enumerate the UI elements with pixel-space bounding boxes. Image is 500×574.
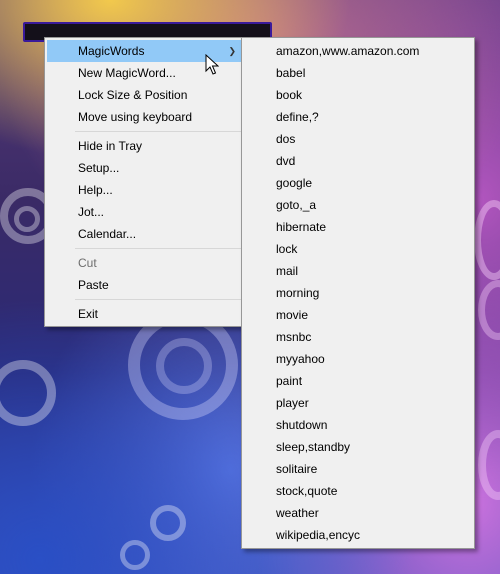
wallpaper-ring [0, 360, 56, 426]
submenu-item[interactable]: amazon,www.amazon.com [244, 40, 472, 62]
submenu-item[interactable]: google [244, 172, 472, 194]
submenu-item-label: weather [276, 506, 319, 520]
wallpaper-ring [150, 505, 186, 541]
submenu-item[interactable]: morning [244, 282, 472, 304]
submenu-item[interactable]: solitaire [244, 458, 472, 480]
wallpaper-ring [14, 206, 40, 232]
menu-item-label: New MagicWord... [78, 66, 176, 80]
submenu-item[interactable]: hibernate [244, 216, 472, 238]
submenu-item-label: google [276, 176, 313, 190]
menu-item-label: Cut [78, 256, 97, 270]
submenu-item[interactable]: babel [244, 62, 472, 84]
submenu-item-label: player [276, 396, 309, 410]
menu-item-cut[interactable]: Cut [47, 252, 242, 274]
submenu-item[interactable]: goto,_a [244, 194, 472, 216]
menu-item-move-using-keyboard[interactable]: Move using keyboard [47, 106, 242, 128]
submenu-item-label: lock [276, 242, 298, 256]
submenu-item[interactable]: wikipedia,encyc [244, 524, 472, 546]
menu-separator [75, 131, 242, 132]
submenu-item-label: movie [276, 308, 309, 322]
wallpaper-ring [478, 430, 500, 500]
wallpaper-ring [474, 200, 500, 280]
submenu-item-label: myyahoo [276, 352, 325, 366]
menu-item-setup[interactable]: Setup... [47, 157, 242, 179]
menu-item-label: MagicWords [78, 44, 145, 58]
submenu-item[interactable]: paint [244, 370, 472, 392]
menu-item-label: Exit [78, 307, 99, 321]
chevron-right-icon: ❯ [228, 46, 236, 56]
menu-separator [75, 299, 242, 300]
submenu-item[interactable]: movie [244, 304, 472, 326]
wallpaper-ring [478, 280, 500, 340]
submenu-item[interactable]: define,? [244, 106, 472, 128]
submenu-item-label: goto,_a [276, 198, 317, 212]
submenu-item-label: dos [276, 132, 296, 146]
menu-item-label: Hide in Tray [78, 139, 143, 153]
submenu-item[interactable]: shutdown [244, 414, 472, 436]
menu-item-label: Jot... [78, 205, 105, 219]
wallpaper-ring [120, 540, 150, 570]
submenu-item-label: msnbc [276, 330, 312, 344]
submenu-item-label: paint [276, 374, 303, 388]
submenu-item[interactable]: player [244, 392, 472, 414]
submenu-item-label: stock,quote [276, 484, 338, 498]
submenu-item-label: sleep,standby [276, 440, 351, 454]
submenu-item-label: solitaire [276, 462, 318, 476]
submenu-item-label: amazon,www.amazon.com [276, 44, 420, 58]
menu-item-label: Paste [78, 278, 109, 292]
submenu-item[interactable]: book [244, 84, 472, 106]
submenu-item-label: wikipedia,encyc [276, 528, 361, 542]
menu-item-label: Calendar... [78, 227, 137, 241]
menu-item-jot[interactable]: Jot... [47, 201, 242, 223]
submenu-item[interactable]: stock,quote [244, 480, 472, 502]
menu-item-paste[interactable]: Paste [47, 274, 242, 296]
menu-separator [75, 248, 242, 249]
mouse-pointer-icon [205, 54, 219, 75]
context-menu: MagicWords ❯ New MagicWord... Lock Size … [44, 37, 245, 327]
submenu-item[interactable]: myyahoo [244, 348, 472, 370]
submenu-item[interactable]: dvd [244, 150, 472, 172]
menu-item-label: Move using keyboard [78, 110, 193, 124]
submenu-item-label: morning [276, 286, 320, 300]
submenu-item-label: book [276, 88, 303, 102]
submenu-item-label: mail [276, 264, 299, 278]
wallpaper-ring [156, 338, 212, 394]
submenu-item-label: hibernate [276, 220, 327, 234]
submenu-item[interactable]: msnbc [244, 326, 472, 348]
menu-item-calendar[interactable]: Calendar... [47, 223, 242, 245]
submenu-item[interactable]: lock [244, 238, 472, 260]
menu-item-label: Help... [78, 183, 113, 197]
submenu-item-label: babel [276, 66, 306, 80]
menu-item-hide-in-tray[interactable]: Hide in Tray [47, 135, 242, 157]
menu-item-label: Lock Size & Position [78, 88, 188, 102]
submenu-item-label: shutdown [276, 418, 328, 432]
submenu-item-label: define,? [276, 110, 319, 124]
magicwords-submenu: amazon,www.amazon.com babel book define,? do… [241, 37, 475, 549]
submenu-item[interactable]: sleep,standby [244, 436, 472, 458]
menu-item-help[interactable]: Help... [47, 179, 242, 201]
menu-item-lock-size-position[interactable]: Lock Size & Position [47, 84, 242, 106]
menu-item-label: Setup... [78, 161, 120, 175]
submenu-item-label: dvd [276, 154, 296, 168]
submenu-item[interactable]: weather [244, 502, 472, 524]
submenu-item[interactable]: mail [244, 260, 472, 282]
menu-item-exit[interactable]: Exit [47, 303, 242, 325]
submenu-item[interactable]: dos [244, 128, 472, 150]
